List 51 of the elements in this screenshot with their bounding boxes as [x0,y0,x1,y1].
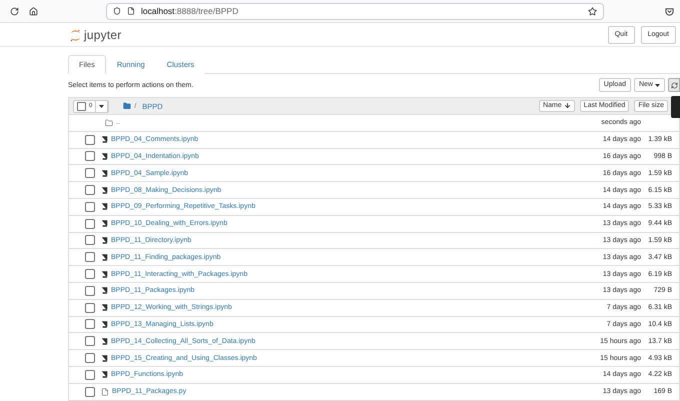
notebook-icon [101,254,108,261]
row-checkbox[interactable] [85,353,95,364]
row-checkbox[interactable] [85,168,95,178]
notebook-icon [101,203,108,210]
row-checkbox[interactable] [85,252,95,262]
tooltip [671,96,680,118]
row-checkbox[interactable] [85,286,95,296]
row-checkbox[interactable] [85,202,95,212]
row-checkbox[interactable] [85,151,95,162]
notebook-icon [101,152,108,160]
row-checkbox[interactable] [85,185,95,196]
sort-arrow-icon [564,102,571,110]
address-bar[interactable]: localhost:8888/tree/BPPD [106,2,604,20]
logo-icon [70,28,81,42]
notebook-icon [101,338,108,345]
home-icon[interactable] [29,6,38,16]
refresh-icon [670,82,678,88]
caret-icon [99,104,104,108]
row-checkbox[interactable] [85,235,95,246]
notebook-icon [101,220,108,228]
notebook-icon [101,354,108,362]
notebook-icon [101,186,108,194]
notebook-icon [101,287,108,294]
notebook-icon [101,320,108,328]
row-checkbox[interactable] [85,218,95,229]
notebook-icon [101,136,108,144]
page-icon [127,7,135,15]
logo-text: jupyter [84,28,122,42]
row-checkbox[interactable] [85,336,95,346]
file-icon [101,388,109,396]
row-checkbox[interactable] [85,319,95,330]
star-icon[interactable] [588,6,597,16]
notebook-icon [101,371,108,378]
row-checkbox[interactable] [85,370,95,380]
row-checkbox[interactable] [85,134,95,145]
row-checkbox[interactable] [85,302,95,313]
row-checkbox[interactable] [85,269,95,280]
pocket-icon [665,6,674,16]
folder-icon [123,102,132,110]
row-checkbox[interactable] [85,386,95,397]
shield-icon [113,7,121,15]
notebook-icon [101,170,108,177]
notebook-icon [101,304,108,312]
notebook-icon [101,270,108,278]
folder-icon [105,118,113,127]
url-text: localhost:8888/tree/BPPD [141,6,240,16]
reload-icon[interactable] [10,6,19,16]
select-all-checkbox[interactable] [77,102,86,110]
caret-icon [655,84,660,86]
refresh-button[interactable] [668,78,680,92]
notebook-icon [101,236,108,244]
